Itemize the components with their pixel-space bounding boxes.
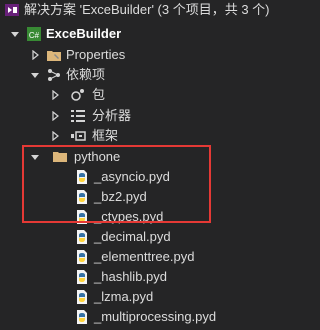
analyzer-icon: [71, 110, 85, 122]
tree-item-analyzers[interactable]: 分析器: [0, 106, 296, 126]
tree-item-pythone-folder[interactable]: pythone: [0, 147, 296, 167]
python-file-icon: [77, 230, 87, 244]
tree-item-label: _elementtree.pyd: [94, 249, 195, 264]
solution-node[interactable]: 解决方案 'ExceBuilder' (3 个项目，共 3 个): [0, 0, 296, 20]
python-file-icon: [77, 310, 87, 324]
tree-item-label: _asyncio.pyd: [94, 169, 170, 184]
svg-text:C#: C#: [29, 31, 40, 40]
chevron-down-icon[interactable]: [10, 29, 20, 39]
python-file-icon: [77, 190, 87, 204]
tree-item-label: _multiprocessing.pyd: [94, 309, 217, 324]
tree-item-label: 框架: [92, 128, 119, 143]
tree-item-label: _hashlib.pyd: [94, 269, 167, 284]
tree-item-file[interactable]: _lzma.pyd: [0, 287, 296, 307]
tree-item-label: 分析器: [92, 108, 132, 123]
chevron-right-icon[interactable]: [50, 90, 60, 100]
python-file-icon: [77, 290, 87, 304]
tree-item-label: _ctypes.pyd: [94, 209, 164, 224]
tree-item-packages[interactable]: 包: [0, 85, 296, 105]
tree-item-frameworks[interactable]: 框架: [0, 126, 296, 146]
project-label: ExceBuilder: [46, 26, 122, 41]
tree-item-label: _decimal.pyd: [94, 229, 171, 244]
chevron-down-icon[interactable]: [30, 152, 40, 162]
framework-icon: [71, 131, 86, 141]
python-file-icon: [77, 170, 87, 184]
python-file-icon: [77, 270, 87, 284]
package-icon: [71, 89, 84, 101]
wrench-folder-icon: [47, 51, 61, 61]
tree-item-file[interactable]: _ctypes.pyd: [0, 207, 296, 227]
dependencies-icon: [48, 69, 60, 81]
python-file-icon: [77, 250, 87, 264]
tree-item-label: pythone: [74, 149, 121, 164]
chevron-right-icon[interactable]: [50, 111, 60, 121]
chevron-right-icon[interactable]: [30, 50, 40, 60]
tree-item-properties[interactable]: Properties: [0, 45, 296, 65]
tree-item-dependencies[interactable]: 依赖项: [0, 65, 296, 85]
folder-icon: [53, 152, 67, 162]
tree-item-file[interactable]: _elementtree.pyd: [0, 247, 296, 267]
tree-item-file[interactable]: _decimal.pyd: [0, 227, 296, 247]
chevron-down-icon[interactable]: [30, 70, 40, 80]
tree-item-file[interactable]: _hashlib.pyd: [0, 267, 296, 287]
tree-item-label: _bz2.pyd: [94, 189, 147, 204]
tree-item-file[interactable]: _multiprocessing.pyd: [0, 307, 296, 327]
tree-item-label: 依赖项: [66, 67, 106, 82]
tree-item-label: 包: [92, 87, 106, 102]
solution-label: 解决方案 'ExceBuilder' (3 个项目，共 3 个): [24, 2, 270, 17]
solution-explorer-tree: 解决方案 'ExceBuilder' (3 个项目，共 3 个) C# Exce…: [0, 0, 296, 330]
solution-icon: [5, 4, 19, 16]
tree-item-file[interactable]: _bz2.pyd: [0, 187, 296, 207]
tree-item-label: _lzma.pyd: [94, 289, 154, 304]
chevron-right-icon[interactable]: [50, 131, 60, 141]
tree-item-label: Properties: [66, 47, 126, 62]
python-file-icon: [77, 210, 87, 224]
csharp-project-icon: C#: [27, 27, 41, 41]
project-node[interactable]: C# ExceBuilder: [0, 24, 296, 44]
tree-item-file[interactable]: _asyncio.pyd: [0, 167, 296, 187]
